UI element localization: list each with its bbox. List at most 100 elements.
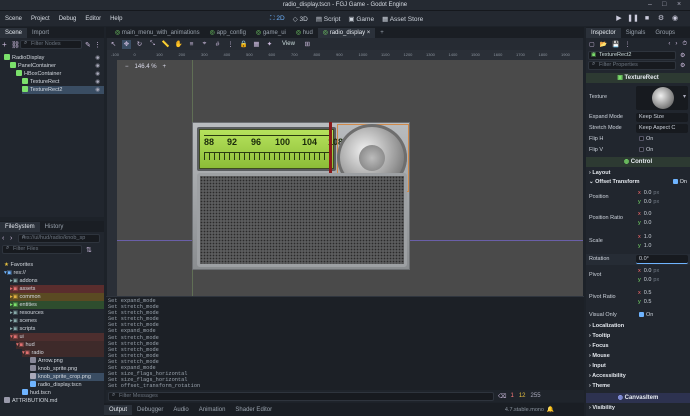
workspace-game[interactable]: ▣ Game — [344, 13, 378, 25]
menu-debug[interactable]: Debug — [59, 16, 77, 22]
tab-output[interactable]: Output — [104, 404, 133, 415]
tree-node-texturerect[interactable]: TextureRect ◉ — [22, 78, 104, 86]
section-visibility[interactable]: › Visibility — [586, 404, 690, 412]
tab-inspector[interactable]: Inspector — [586, 28, 621, 38]
position-y-field[interactable]: y 0.0 px — [636, 198, 688, 207]
flip-v-checkbox[interactable]: On — [636, 146, 688, 155]
sort-icon[interactable]: ⇅ — [86, 246, 92, 254]
scene-tab-radio-display[interactable]: ◎ radio_display × — [317, 27, 376, 38]
section-layout[interactable]: › Layout — [586, 169, 690, 177]
pivot-y-field[interactable]: y 0.0 px — [636, 276, 688, 285]
folder-addons[interactable]: ▸▣ addons — [10, 277, 104, 285]
menu-project[interactable]: Project — [31, 16, 50, 22]
scale-mode-icon[interactable]: ⤡ — [148, 40, 157, 49]
favorites-item[interactable]: ★ Favorites — [4, 261, 104, 269]
notifications-icon[interactable]: 🔔 — [547, 406, 554, 413]
section-input[interactable]: › Input — [586, 362, 690, 370]
script-attach-icon[interactable]: ✎ — [85, 41, 91, 49]
folder-res[interactable]: ▾▣ res:// — [4, 269, 104, 277]
visibility-eye-icon[interactable]: ◉ — [95, 54, 100, 62]
rotation-field[interactable]: 0.0° — [636, 255, 688, 264]
tab-audio[interactable]: Audio — [168, 405, 193, 415]
tree-node-panelcontainer[interactable]: PanelContainer ◉ — [10, 62, 104, 70]
select-mode-icon[interactable]: ↖ — [109, 40, 118, 49]
menu-help[interactable]: Help — [110, 16, 122, 22]
filter-properties-input[interactable]: Filter Properties — [588, 61, 676, 70]
layout-anchor-icon[interactable]: ⊞ — [303, 40, 312, 49]
tab-history[interactable]: History — [40, 222, 69, 232]
close-icon[interactable]: × — [677, 1, 681, 8]
file-hud-tscn[interactable]: hud.tscn — [22, 389, 104, 397]
bone-icon[interactable]: ✦ — [265, 40, 274, 49]
move-mode-icon[interactable]: ✥ — [122, 39, 131, 49]
tab-groups[interactable]: Groups — [650, 28, 680, 38]
snap-options-icon[interactable]: ⋮ — [226, 40, 235, 49]
tab-debugger[interactable]: Debugger — [132, 405, 168, 415]
file-knob-sprite-crop-png[interactable]: knob_sprite_crop.png — [30, 373, 104, 381]
visibility-eye-icon[interactable]: ◉ — [95, 86, 100, 94]
visibility-eye-icon[interactable]: ◉ — [95, 78, 100, 86]
close-tab-icon[interactable]: × — [367, 30, 371, 36]
scene-tab-main-menu[interactable]: ◎ main_menu_with_animations — [110, 28, 205, 38]
pivot-ratio-y-field[interactable]: y 0.5 — [636, 298, 688, 307]
expand-mode-select[interactable]: Keep Size — [636, 113, 688, 122]
section-focus[interactable]: › Focus — [586, 342, 690, 350]
folder-resources[interactable]: ▸▣ resources — [10, 309, 104, 317]
section-theme[interactable]: › Theme — [586, 382, 690, 390]
file-knob-sprite-png[interactable]: knob_sprite.png — [30, 365, 104, 373]
tree-node-texturerect2[interactable]: TextureRect2 ◉ — [22, 86, 104, 94]
section-localization[interactable]: › Localization — [586, 322, 690, 330]
rotate-mode-icon[interactable]: ↻ — [135, 40, 144, 49]
folder-radio[interactable]: ▾▣ radio — [22, 349, 104, 357]
error-count[interactable]: 1 — [510, 393, 513, 399]
maximize-icon[interactable]: □ — [662, 1, 666, 8]
back-icon[interactable]: ‹ — [2, 235, 10, 242]
folder-common[interactable]: ▸▣ common — [10, 293, 104, 301]
history-forward-icon[interactable]: › — [675, 41, 677, 47]
filter-files-input[interactable]: Filter Files — [2, 245, 82, 254]
scale-x-field[interactable]: x 1.0 — [636, 233, 688, 242]
kebab-menu-icon[interactable]: ⋮ — [94, 41, 101, 49]
clear-output-icon[interactable]: ⌫ — [498, 393, 506, 400]
remote-debug-icon[interactable]: ⚙ — [654, 12, 668, 24]
list-select-icon[interactable]: ≡ — [187, 40, 196, 49]
workspace-asset-store[interactable]: ▦ Asset Store — [378, 13, 427, 25]
pivot-x-field[interactable]: x 0.0 px — [636, 267, 688, 276]
tab-filesystem[interactable]: FileSystem — [0, 222, 40, 232]
link-icon[interactable]: ⛓ — [11, 41, 20, 49]
visibility-eye-icon[interactable]: ◉ — [95, 62, 100, 70]
pause-icon[interactable]: ❚❚ — [626, 12, 640, 24]
tree-node-radiodisplay[interactable]: RadioDisplay ◉ — [4, 54, 104, 62]
folder-assets[interactable]: ▸▣ assets — [10, 285, 104, 293]
stretch-mode-select[interactable]: Keep Aspect C — [636, 124, 688, 133]
section-mouse[interactable]: › Mouse — [586, 352, 690, 360]
play-icon[interactable]: ▶ — [612, 12, 626, 24]
inspected-node-field[interactable]: ▣TextureRect2 — [588, 50, 676, 60]
workspace-3d[interactable]: ◇ 3D — [289, 13, 312, 25]
tab-animation[interactable]: Animation — [194, 405, 231, 415]
extra-options-icon[interactable]: ⋮ — [625, 41, 631, 48]
ruler-mode-icon[interactable]: 📏 — [161, 40, 170, 49]
history-list-icon[interactable]: ⏱ — [682, 41, 687, 48]
tree-node-hboxcontainer[interactable]: HBoxContainer ◉ — [16, 70, 104, 78]
scene-tab-hud[interactable]: ◎ hud — [291, 28, 318, 38]
pivot-ratio-x-field[interactable]: x 0.5 — [636, 289, 688, 298]
tab-shader-editor[interactable]: Shader Editor — [230, 405, 277, 415]
smart-snap-icon[interactable]: ⌖ — [200, 40, 209, 49]
scale-y-field[interactable]: y 1.0 — [636, 242, 688, 251]
position-ratio-y-field[interactable]: y 0.0 — [636, 219, 688, 228]
lock-icon[interactable]: 🔒 — [239, 40, 248, 49]
section-tooltip[interactable]: › Tooltip — [586, 332, 690, 340]
file-arrow-png[interactable]: Arrow.png — [30, 357, 104, 365]
zoom-level[interactable]: 146.4 % — [135, 64, 157, 70]
scene-tab-game-ui[interactable]: ◎ game_ui — [251, 28, 291, 38]
filter-messages-input[interactable]: Filter Messages — [108, 391, 494, 401]
visibility-eye-icon[interactable]: ◉ — [95, 70, 100, 78]
file-radio-display-tscn[interactable]: radio_display.tscn — [30, 381, 104, 389]
zoom-out-icon[interactable]: − — [125, 64, 129, 70]
workspace-script[interactable]: ▤ Script — [312, 13, 345, 25]
zoom-in-icon[interactable]: + — [163, 64, 167, 70]
object-properties-icon[interactable]: ⚙ — [680, 52, 685, 59]
folder-scripts[interactable]: ▸▣ scripts — [10, 325, 104, 333]
section-accessibility[interactable]: › Accessibility — [586, 372, 690, 380]
